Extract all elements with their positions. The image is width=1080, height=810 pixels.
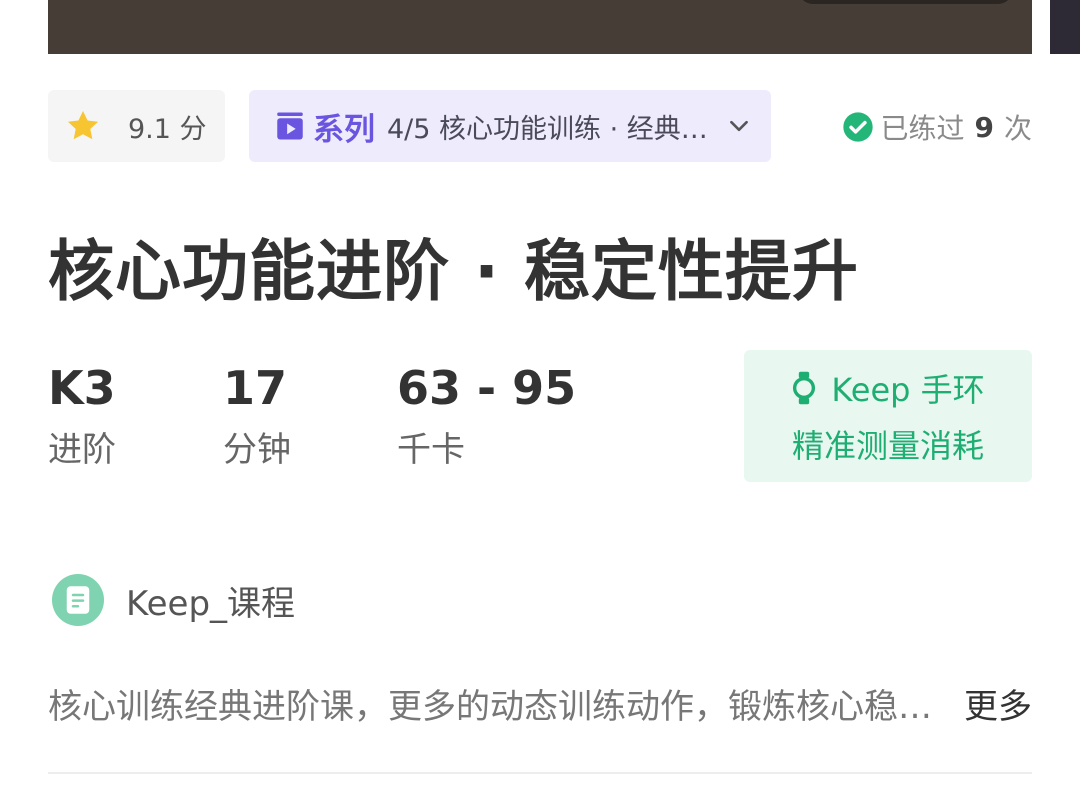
watch-icon bbox=[793, 371, 816, 405]
stat-calories-unit: 千卡 bbox=[397, 430, 465, 470]
stat-calories: 63 - 95 千卡 bbox=[397, 360, 576, 471]
band-line1: Keep 手环 bbox=[831, 371, 985, 409]
cover-control[interactable] bbox=[798, 0, 1013, 4]
course-description: 核心训练经典进阶课，更多的动态训练动作，锻炼核心稳定性 更多 bbox=[48, 678, 1032, 728]
stat-level-unit: 进阶 bbox=[48, 430, 116, 470]
avatar bbox=[52, 574, 104, 626]
stat-duration: 17 分钟 bbox=[223, 360, 291, 471]
next-cover-peek bbox=[1050, 0, 1080, 54]
check-circle-icon bbox=[843, 112, 874, 142]
stat-duration-value: 17 bbox=[223, 361, 288, 415]
practiced-count: 已练过 9 次 bbox=[842, 104, 1032, 150]
rating-score: 9.1 分 bbox=[128, 113, 207, 145]
course-detail-page: 9.1 分 系列 4/5 核心功能训练 · 经典进阶课程 已练过 9 次 核心功… bbox=[0, 0, 1080, 810]
band-line2: 精准测量消耗 bbox=[791, 427, 984, 465]
description-text: 核心训练经典进阶课，更多的动态训练动作，锻炼核心稳定性 bbox=[48, 686, 954, 727]
stat-level-value: K3 bbox=[48, 361, 116, 415]
stat-level: K3 进阶 bbox=[48, 360, 116, 471]
chevron-down-icon bbox=[730, 120, 748, 132]
course-author[interactable]: Keep_课程 bbox=[52, 573, 295, 627]
author-name: Keep_课程 bbox=[126, 583, 296, 624]
course-cover[interactable] bbox=[48, 0, 1032, 54]
document-icon bbox=[66, 586, 90, 614]
stat-duration-unit: 分钟 bbox=[223, 430, 291, 470]
more-link[interactable]: 更多 bbox=[964, 679, 1032, 728]
series-play-icon bbox=[277, 112, 303, 140]
series-selector[interactable]: 系列 4/5 核心功能训练 · 经典进阶课程 bbox=[249, 90, 771, 162]
rating-badge[interactable]: 9.1 分 bbox=[48, 90, 225, 162]
series-name: 4/5 核心功能训练 · 经典进阶课程 bbox=[387, 113, 712, 145]
practiced-suffix: 次 bbox=[1003, 112, 1032, 145]
stat-calories-value: 63 - 95 bbox=[397, 361, 577, 415]
band-title-row: Keep 手环 bbox=[791, 365, 985, 411]
course-title: 核心功能进阶 · 稳定性提升 bbox=[48, 233, 860, 310]
practiced-number: 9 bbox=[974, 110, 994, 144]
keep-band-promo[interactable]: Keep 手环 精准测量消耗 bbox=[744, 350, 1032, 482]
star-icon bbox=[67, 110, 99, 140]
divider bbox=[48, 772, 1032, 774]
practiced-prefix: 已练过 bbox=[880, 112, 965, 145]
series-tag: 系列 bbox=[313, 111, 375, 148]
